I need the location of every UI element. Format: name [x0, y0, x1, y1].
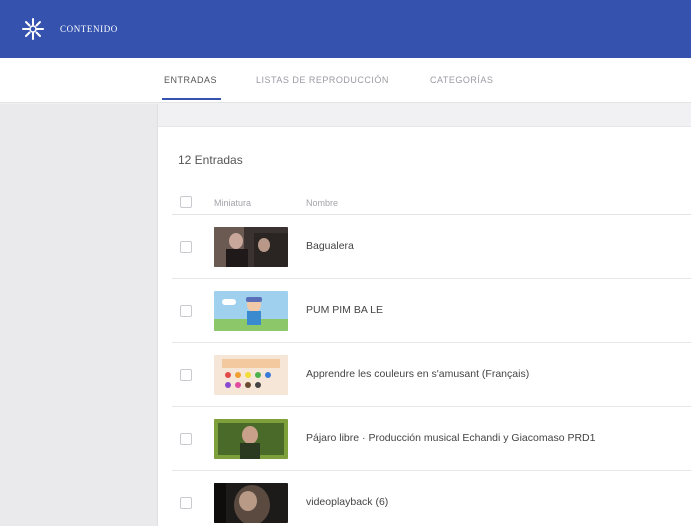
column-header-name[interactable]: Nombre: [306, 198, 338, 208]
select-all-checkbox[interactable]: [180, 196, 192, 208]
row-checkbox[interactable]: [180, 305, 192, 317]
row-checkbox[interactable]: [180, 433, 192, 445]
app-title[interactable]: CONTENIDO: [60, 24, 118, 34]
entries-count: 12 Entradas: [178, 153, 243, 167]
entry-name[interactable]: Pájaro libre · Producción musical Echand…: [306, 432, 595, 444]
tab-categorias[interactable]: CATEGORÍAS: [430, 75, 493, 85]
row-checkbox[interactable]: [180, 497, 192, 509]
video-thumbnail[interactable]: [214, 355, 288, 395]
column-header-thumbnail[interactable]: Miniatura: [214, 198, 251, 208]
video-thumbnail[interactable]: [214, 227, 288, 267]
table-row[interactable]: Pájaro libre · Producción musical Echand…: [172, 407, 691, 471]
sidebar: [0, 104, 158, 526]
row-checkbox[interactable]: [180, 241, 192, 253]
table-header: Miniatura Nombre: [172, 191, 691, 215]
video-thumbnail[interactable]: [214, 291, 288, 331]
video-thumbnail[interactable]: [214, 419, 288, 459]
tab-entradas[interactable]: ENTRADAS: [161, 75, 222, 100]
logo-icon[interactable]: [20, 16, 46, 42]
table-row[interactable]: PUM PIM BA LE: [172, 279, 691, 343]
tab-bar: ENTRADAS LISTAS DE REPRODUCCIÓN CATEGORÍ…: [0, 58, 691, 103]
entry-name[interactable]: videoplayback (6): [306, 496, 388, 508]
video-thumbnail[interactable]: [214, 483, 288, 523]
entry-name[interactable]: Bagualera: [306, 240, 354, 252]
table-row[interactable]: Bagualera: [172, 215, 691, 279]
entry-name[interactable]: Apprendre les couleurs en s'amusant (Fra…: [306, 368, 529, 380]
tab-listas-de-reproduccion[interactable]: LISTAS DE REPRODUCCIÓN: [256, 75, 389, 85]
table-row[interactable]: Apprendre les couleurs en s'amusant (Fra…: [172, 343, 691, 407]
row-checkbox[interactable]: [180, 369, 192, 381]
entries-panel: 12 Entradas Miniatura Nombre Bagualera P…: [158, 126, 691, 526]
table-row[interactable]: videoplayback (6): [172, 471, 691, 526]
top-bar: CONTENIDO: [0, 0, 691, 58]
entry-name[interactable]: PUM PIM BA LE: [306, 304, 383, 316]
